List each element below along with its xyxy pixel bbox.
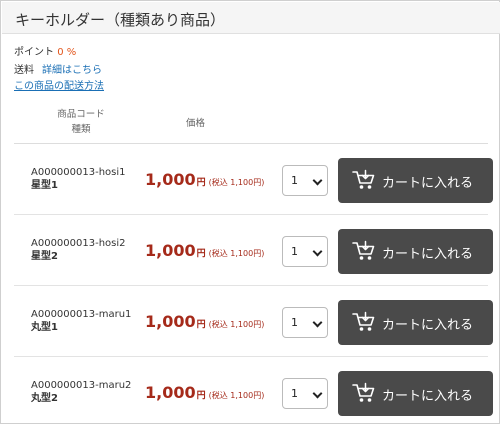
table-row: A000000013-hosi1 星型1 1,000円 (税込 1,100円) 1… bbox=[14, 144, 493, 215]
product-code: A000000013-maru1 丸型1 bbox=[31, 308, 131, 334]
price-value: 1,000 bbox=[145, 170, 196, 189]
price-value: 1,000 bbox=[145, 312, 196, 331]
product-code-text: A000000013-maru2 bbox=[31, 380, 132, 391]
column-header-code: 商品コード 種類 bbox=[31, 107, 131, 137]
product-panel: キーホルダー（種類あり商品） ポイント 0 % 送料 詳細はこちら この商品の配送… bbox=[0, 0, 500, 424]
product-code: A000000013-hosi2 星型2 bbox=[31, 237, 126, 263]
price-yen: 円 bbox=[196, 320, 206, 330]
point-info: ポイント 0 % bbox=[14, 43, 76, 58]
price-tax-included: (税込 1,100円) bbox=[208, 249, 265, 258]
point-value: 0 % bbox=[57, 47, 77, 58]
table-row: A000000013-hosi2 星型2 1,000円 (税込 1,100円) 1… bbox=[14, 215, 493, 286]
cart-icon bbox=[352, 311, 375, 331]
price-tax-included: (税込 1,100円) bbox=[208, 178, 265, 187]
price-yen: 円 bbox=[196, 391, 206, 401]
shipping-label: 送料 bbox=[14, 65, 34, 76]
add-to-cart-label: カートに入れる bbox=[382, 389, 474, 404]
quantity-value: 1 bbox=[291, 387, 298, 400]
quantity-value: 1 bbox=[291, 174, 298, 187]
price-yen: 円 bbox=[196, 249, 206, 259]
table-row: A000000013-maru1 丸型1 1,000円 (税込 1,100円) 1… bbox=[14, 286, 493, 357]
cart-icon bbox=[352, 382, 375, 402]
price-tax-included: (税込 1,100円) bbox=[208, 391, 265, 400]
chevron-down-icon bbox=[312, 317, 323, 328]
product-price: 1,000円 (税込 1,100円) bbox=[145, 312, 264, 331]
point-label: ポイント bbox=[14, 47, 54, 58]
product-code: A000000013-maru2 丸型2 bbox=[31, 379, 131, 405]
add-to-cart-button[interactable]: カートに入れる bbox=[338, 229, 493, 274]
add-to-cart-label: カートに入れる bbox=[382, 176, 474, 191]
page-title: キーホルダー（種類あり商品） bbox=[15, 11, 226, 29]
product-code-text: A000000013-hosi1 bbox=[31, 167, 126, 178]
add-to-cart-button[interactable]: カートに入れる bbox=[338, 158, 493, 203]
shipping-info: 送料 詳細はこちら bbox=[14, 61, 102, 76]
quantity-select[interactable]: 1 bbox=[282, 165, 328, 196]
price-value: 1,000 bbox=[145, 383, 196, 402]
chevron-down-icon bbox=[312, 246, 323, 257]
quantity-value: 1 bbox=[291, 316, 298, 329]
price-value: 1,000 bbox=[145, 241, 196, 260]
shipping-detail-link[interactable]: 詳細はこちら bbox=[42, 65, 102, 76]
product-code-text: A000000013-maru1 bbox=[31, 309, 132, 320]
cart-icon bbox=[352, 240, 375, 260]
table-row: A000000013-maru2 丸型2 1,000円 (税込 1,100円) 1… bbox=[14, 357, 493, 428]
product-variant-name: 星型2 bbox=[31, 251, 58, 262]
quantity-select[interactable]: 1 bbox=[282, 378, 328, 409]
product-price: 1,000円 (税込 1,100円) bbox=[145, 383, 264, 402]
quantity-select[interactable]: 1 bbox=[282, 307, 328, 338]
panel-header: キーホルダー（種類あり商品） bbox=[2, 2, 500, 34]
product-code: A000000013-hosi1 星型1 bbox=[31, 166, 126, 192]
product-code-text: A000000013-hosi2 bbox=[31, 238, 126, 249]
product-variant-name: 丸型1 bbox=[31, 322, 58, 333]
product-variant-name: 丸型2 bbox=[31, 393, 58, 404]
column-header-price: 価格 bbox=[186, 118, 206, 129]
cart-icon bbox=[352, 169, 375, 189]
product-price: 1,000円 (税込 1,100円) bbox=[145, 170, 264, 189]
product-price: 1,000円 (税込 1,100円) bbox=[145, 241, 264, 260]
add-to-cart-label: カートに入れる bbox=[382, 318, 474, 333]
price-tax-included: (税込 1,100円) bbox=[208, 320, 265, 329]
quantity-select[interactable]: 1 bbox=[282, 236, 328, 267]
quantity-value: 1 bbox=[291, 245, 298, 258]
shipping-method-link[interactable]: この商品の配送方法 bbox=[14, 77, 104, 92]
column-header-type-label: 種類 bbox=[71, 124, 91, 135]
chevron-down-icon bbox=[312, 175, 323, 186]
add-to-cart-button[interactable]: カートに入れる bbox=[338, 300, 493, 345]
price-yen: 円 bbox=[196, 178, 206, 188]
column-header-code-label: 商品コード bbox=[57, 109, 105, 120]
add-to-cart-button[interactable]: カートに入れる bbox=[338, 371, 493, 416]
product-variant-name: 星型1 bbox=[31, 180, 58, 191]
chevron-down-icon bbox=[312, 388, 323, 399]
add-to-cart-label: カートに入れる bbox=[382, 247, 474, 262]
